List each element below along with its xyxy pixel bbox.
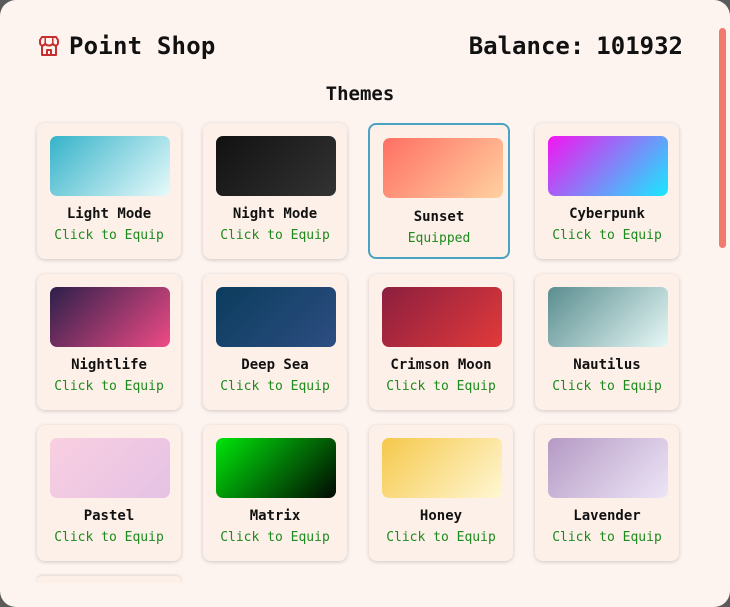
theme-name: Cyberpunk xyxy=(569,206,645,222)
theme-status: Click to Equip xyxy=(220,379,330,394)
point-shop-window: Point Shop Balance: 101932 Themes Light M… xyxy=(0,0,730,607)
section-title: Themes xyxy=(325,83,395,105)
theme-status: Click to Equip xyxy=(552,228,662,243)
theme-swatch xyxy=(216,438,336,498)
theme-card-lavender[interactable]: Lavender Click to Equip xyxy=(535,425,679,561)
theme-swatch xyxy=(382,287,502,347)
theme-grid: Light Mode Click to Equip Night Mode Click … xyxy=(37,123,697,583)
shop-header: Point Shop Balance: 101932 xyxy=(37,30,683,62)
balance-display: Balance: 101932 xyxy=(469,30,683,62)
theme-swatch xyxy=(382,438,502,498)
theme-status: Click to Equip xyxy=(54,530,164,545)
theme-swatch xyxy=(50,438,170,498)
theme-card-cyberpunk[interactable]: Cyberpunk Click to Equip xyxy=(535,123,679,259)
theme-status: Click to Equip xyxy=(386,530,496,545)
theme-card-night-mode[interactable]: Night Mode Click to Equip xyxy=(203,123,347,259)
shop-icon xyxy=(39,36,59,56)
theme-status: Click to Equip xyxy=(552,379,662,394)
theme-name: Deep Sea xyxy=(241,357,309,373)
balance-value: 101932 xyxy=(596,32,683,60)
theme-name: Matrix xyxy=(249,508,301,524)
theme-swatch xyxy=(216,287,336,347)
theme-name: Night Mode xyxy=(232,206,318,222)
theme-name: Light Mode xyxy=(66,206,152,222)
theme-status: Click to Equip xyxy=(220,530,330,545)
theme-list-scroll-area[interactable]: Light Mode Click to Equip Night Mode Click … xyxy=(0,118,700,583)
theme-name: Sunset xyxy=(413,209,465,225)
theme-swatch xyxy=(50,287,170,347)
theme-status: Click to Equip xyxy=(54,379,164,394)
shop-title: Point Shop xyxy=(37,30,216,62)
theme-card-crimson-moon[interactable]: Crimson Moon Click to Equip xyxy=(369,274,513,410)
page-title: Point Shop xyxy=(69,32,216,60)
theme-status: Click to Equip xyxy=(220,228,330,243)
theme-card-pastel[interactable]: Pastel Click to Equip xyxy=(37,425,181,561)
theme-swatch xyxy=(216,136,336,196)
theme-card-partial xyxy=(37,576,181,583)
theme-status: Click to Equip xyxy=(54,228,164,243)
theme-status: Click to Equip xyxy=(386,379,496,394)
theme-name: Nautilus xyxy=(573,357,641,373)
balance-label: Balance: xyxy=(468,32,585,60)
theme-name: Honey xyxy=(419,508,463,524)
theme-card-deep-sea[interactable]: Deep Sea Click to Equip xyxy=(203,274,347,410)
scrollbar-thumb[interactable] xyxy=(719,28,726,248)
theme-card-light-mode[interactable]: Light Mode Click to Equip xyxy=(37,123,181,259)
theme-swatch xyxy=(548,136,668,196)
theme-name: Pastel xyxy=(83,508,135,524)
theme-name: Lavender xyxy=(573,508,641,524)
theme-swatch xyxy=(548,287,668,347)
theme-swatch xyxy=(383,138,503,198)
theme-name: Crimson Moon xyxy=(390,357,492,373)
theme-card-nightlife[interactable]: Nightlife Click to Equip xyxy=(37,274,181,410)
theme-card-sunset[interactable]: Sunset Equipped xyxy=(368,123,510,259)
theme-swatch xyxy=(50,136,170,196)
theme-swatch xyxy=(548,438,668,498)
theme-name: Nightlife xyxy=(71,357,147,373)
theme-card-honey[interactable]: Honey Click to Equip xyxy=(369,425,513,561)
theme-status: Click to Equip xyxy=(552,530,662,545)
theme-card-matrix[interactable]: Matrix Click to Equip xyxy=(203,425,347,561)
theme-card-nautilus[interactable]: Nautilus Click to Equip xyxy=(535,274,679,410)
theme-status: Equipped xyxy=(407,231,471,246)
